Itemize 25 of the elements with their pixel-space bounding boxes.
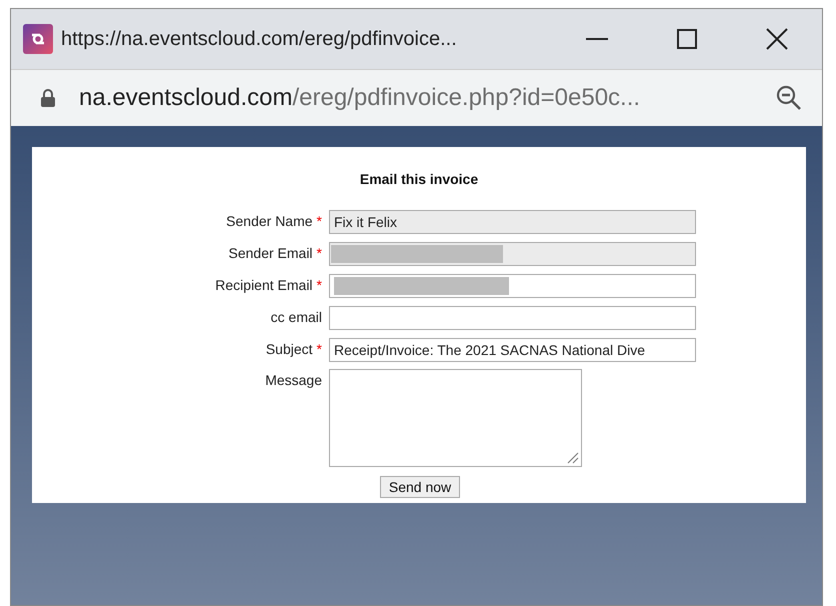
resize-handle-icon[interactable] <box>567 452 579 464</box>
maximize-icon <box>677 29 697 49</box>
required-asterisk: * <box>316 276 322 295</box>
required-asterisk: * <box>316 212 322 231</box>
field-label: Sender Name <box>226 212 313 231</box>
field-label: Sender Email <box>228 244 313 263</box>
field-label: Message <box>265 371 322 390</box>
field-label: cc email <box>270 308 322 327</box>
send-now-button[interactable]: Send now <box>380 476 460 498</box>
field-label: Recipient Email <box>215 276 313 295</box>
required-asterisk: * <box>316 244 322 263</box>
lock-icon <box>41 89 55 107</box>
url-text[interactable]: na.eventscloud.com/ereg/pdfinvoice.php?id=0e50c... <box>79 80 640 116</box>
app-logo-icon <box>23 24 53 54</box>
message-field[interactable] <box>329 369 582 467</box>
field-label: Subject <box>266 340 313 359</box>
text-field[interactable] <box>329 306 696 330</box>
required-asterisk: * <box>316 340 322 359</box>
text-field[interactable] <box>329 274 696 298</box>
window-title: https://na.eventscloud.com/ereg/pdfinvoice... <box>61 27 457 52</box>
dialog-title: Email this invoice <box>360 170 478 189</box>
zoom-out-icon[interactable] <box>776 85 802 111</box>
close-icon <box>766 28 788 50</box>
minimize-icon <box>586 38 608 40</box>
text-field[interactable]: Receipt/Invoice: The 2021 SACNAS National Dive <box>329 338 696 362</box>
